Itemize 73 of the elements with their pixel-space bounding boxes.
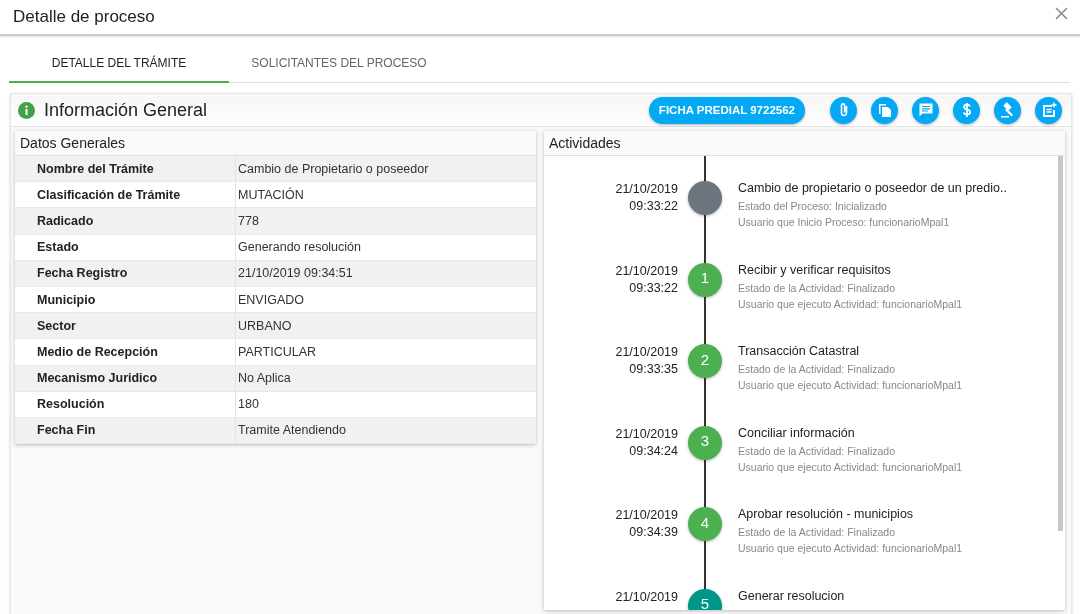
field-value: URBANO — [237, 318, 292, 333]
timeline-node: 3 — [688, 425, 722, 460]
activity-date: 21/10/2019 — [615, 263, 678, 278]
field-label: Fecha Registro — [15, 260, 236, 286]
activity-detail: Estado de la Actividad: Finalizado — [738, 525, 896, 540]
field-value: 21/10/2019 09:34:51 — [237, 266, 353, 281]
activity-title: Recibir y verificar requisitos — [738, 262, 892, 277]
field-label: Fecha Fin — [15, 417, 236, 444]
field-label: Municipio — [15, 286, 236, 313]
activity-time: 09:34:39 — [629, 525, 678, 539]
activity-detail: Estado de la Actividad: Finalizado — [738, 280, 896, 296]
timeline-node: 2 — [688, 344, 722, 378]
field-label: Nombre del Trámite — [15, 156, 236, 182]
tab[interactable]: DETALLE DEL TRÁMITE — [9, 44, 229, 83]
gavel-icon — [999, 102, 1016, 118]
activity-time: 09:33:35 — [629, 362, 678, 376]
copy-icon — [876, 102, 893, 118]
activity-date: 21/10/2019 — [615, 182, 678, 196]
field-value: ENVIGADO — [237, 292, 304, 307]
activity-date: 21/10/2019 — [615, 345, 678, 359]
field-label: Sector — [15, 313, 236, 339]
comment-button[interactable] — [912, 96, 939, 124]
field-label: Clasificación de Trámite — [15, 182, 236, 208]
activity-title: Transacción Catastral — [738, 344, 861, 358]
note-add-button[interactable] — [1035, 96, 1062, 124]
card-title: Actividades — [544, 131, 1065, 156]
field-value: Tramite Atendiendo — [237, 423, 346, 438]
field-value: 778 — [237, 213, 259, 228]
activity-detail: Estado del Proceso: Inicializado — [738, 199, 888, 214]
activity-detail: Usuario que ejecuto Actividad: funcionarioMpal1 — [738, 541, 963, 556]
close-icon[interactable] — [1055, 6, 1068, 20]
field-label: Medio de Recepción — [15, 339, 236, 365]
field-value: Generando resolución — [237, 240, 361, 255]
field-label: Mecanismo Juridico — [15, 365, 236, 391]
scrollbar[interactable] — [1058, 156, 1063, 531]
activity-detail: Usuario que Inicio Proceso: funcionarioMpal1 — [738, 215, 951, 230]
field-value: PARTICULAR — [237, 344, 317, 359]
comment-icon — [917, 102, 934, 118]
attach-button[interactable] — [830, 96, 857, 124]
field-value: MUTACIÓN — [237, 187, 304, 202]
timeline-node: 1 — [688, 262, 722, 297]
card-title: Datos Generales — [15, 131, 536, 156]
activity-title: Aprobar resolución - municipios — [738, 507, 915, 521]
field-label: Radicado — [15, 208, 236, 234]
field-value: Cambio de Propietario o poseedor — [237, 161, 429, 176]
dollar-button[interactable] — [953, 96, 980, 124]
tab[interactable]: SOLICITANTES DEL PROCESO — [229, 44, 449, 83]
activity-title: Generar resolucion — [738, 588, 845, 603]
activity-title: Conciliar información — [738, 425, 856, 440]
field-label: Resolución — [15, 391, 236, 417]
activity-detail: Usuario que ejecuto Actividad: funcionarioMpal1 — [738, 459, 963, 475]
field-value: 180 — [237, 397, 259, 412]
timeline-node: 5 — [688, 588, 722, 610]
field-label: Estado — [15, 234, 236, 260]
activity-time: 09:34:24 — [629, 443, 678, 458]
activity-date: 21/10/2019 — [615, 508, 678, 522]
activity-time: 09:33:22 — [629, 280, 678, 295]
info-icon — [18, 101, 35, 119]
activity-date: 21/10/2019 — [615, 589, 678, 604]
timeline-node: 4 — [688, 507, 722, 541]
activity-date: 21/10/2019 — [615, 426, 678, 441]
gavel-button[interactable] — [994, 96, 1021, 124]
copy-button[interactable] — [871, 96, 898, 124]
panel-title: Información General — [44, 99, 208, 121]
activity-detail: Usuario que ejecuto Actividad: funcionarioMpal1 — [738, 378, 963, 393]
activity-detail: Usuario que ejecuto Actividad: funcionarioMpal1 — [738, 296, 963, 312]
activity-detail: Estado de la Actividad: Finalizado — [738, 443, 896, 459]
window-title: Detalle de proceso — [13, 7, 156, 27]
activity-detail: Estado de la Actividad: Finalizado — [738, 362, 896, 377]
field-value: No Aplica — [237, 371, 291, 386]
activity-time: 09:33:22 — [629, 199, 678, 213]
note-add-icon — [1040, 102, 1057, 118]
activity-title: Cambio de propietario o poseedor de un predio.. — [738, 181, 1007, 195]
